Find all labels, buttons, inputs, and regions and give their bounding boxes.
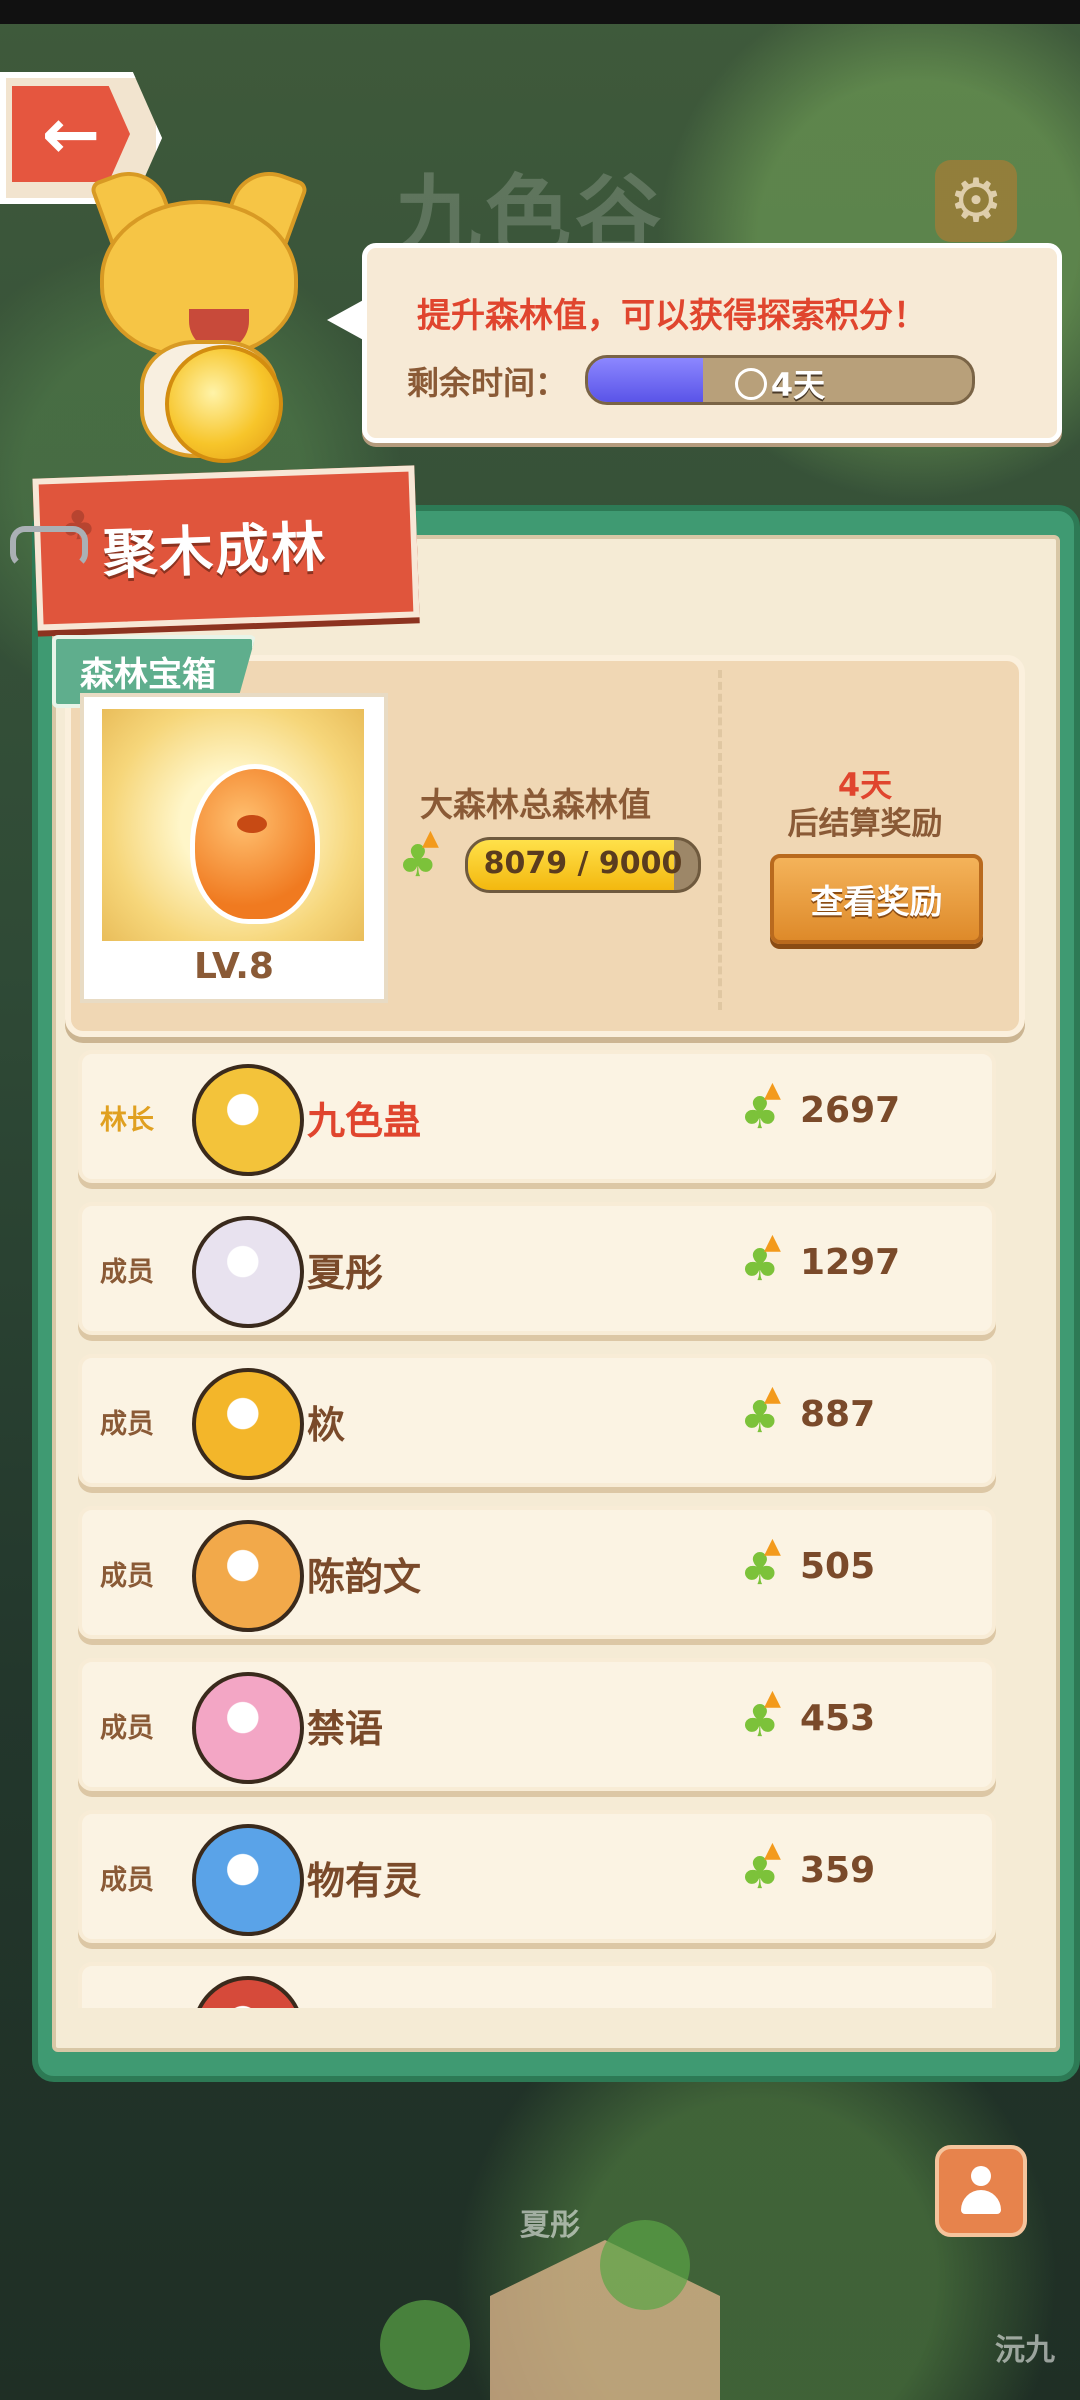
chest-level: LV.8	[194, 946, 274, 987]
member-score: 2697	[800, 1090, 901, 1131]
divider	[718, 670, 722, 1010]
clip-icon	[10, 526, 88, 568]
forest-total-title: 大森林总森林值	[420, 785, 651, 824]
chest-image[interactable]: LV.8	[80, 693, 388, 1003]
member-avatar[interactable]	[192, 1824, 304, 1936]
member-row[interactable]: 成员 禁语 ♣ 453	[78, 1658, 996, 1791]
view-rewards-button[interactable]: 查看奖励	[770, 854, 983, 944]
clock-icon	[734, 368, 767, 400]
forest-value-bar: 8079 / 9000	[465, 837, 701, 893]
clover-up-icon: ♣	[740, 1230, 781, 1291]
tree-scenery	[600, 2220, 690, 2310]
member-row[interactable]: 成员 夏彤 ♣ 1297	[78, 1202, 996, 1335]
member-row[interactable]	[78, 1962, 996, 2008]
clover-up-icon: ♣	[740, 1078, 781, 1139]
profile-button[interactable]	[935, 2145, 1027, 2237]
chest-egg-icon	[190, 764, 320, 924]
member-avatar[interactable]	[192, 1216, 304, 1328]
member-row[interactable]: 林长 九色蛊 ♣ 2697	[78, 1050, 996, 1183]
clover-up-icon: ♣	[740, 1382, 781, 1443]
member-avatar[interactable]	[192, 1672, 304, 1784]
clover-up-icon: ♣	[398, 826, 439, 887]
member-name: 物有灵	[307, 1859, 422, 1903]
member-row[interactable]: 成员 物有灵 ♣ 359	[78, 1810, 996, 1943]
map-label: 沅九	[995, 2333, 1055, 2368]
member-role: 成员	[100, 1713, 154, 1744]
member-role: 成员	[100, 1865, 154, 1896]
member-role: 林长	[100, 1105, 154, 1136]
status-bar	[0, 0, 1080, 24]
member-name: 陈韵文	[307, 1555, 422, 1599]
member-role: 成员	[100, 1409, 154, 1440]
speech-bubble: 提升森林值，可以获得探索积分！ 剩余时间： 4天	[327, 243, 1062, 443]
remaining-time-label: 剩余时间：	[407, 364, 568, 402]
settle-text: 后结算奖励	[787, 806, 943, 842]
member-avatar[interactable]	[192, 1368, 304, 1480]
member-role: 成员	[100, 1561, 154, 1592]
remaining-time-bar: 4天	[585, 355, 975, 405]
member-name: 夏彤	[307, 1251, 384, 1295]
member-score: 505	[800, 1546, 876, 1587]
back-arrow-icon: ←	[12, 86, 130, 182]
member-avatar[interactable]	[192, 1520, 304, 1632]
member-score: 887	[800, 1394, 876, 1435]
member-score: 359	[800, 1850, 876, 1891]
panel-banner: ♣ 聚木成林	[32, 465, 420, 631]
member-name: 九色蛊	[307, 1099, 422, 1143]
clover-up-icon: ♣	[740, 1686, 781, 1747]
member-avatar[interactable]	[192, 1976, 304, 2008]
member-row[interactable]: 成员 陈韵文 ♣ 505	[78, 1506, 996, 1639]
remaining-time-value: 4天	[770, 366, 826, 404]
tip-text: 提升森林值，可以获得探索积分！	[417, 296, 927, 336]
clover-up-icon: ♣	[740, 1534, 781, 1595]
member-name: 禁语	[307, 1707, 384, 1751]
banner-title: 聚木成林	[102, 515, 329, 587]
clover-up-icon: ♣	[740, 1838, 781, 1899]
forest-value-text: 8079 / 9000	[483, 846, 683, 881]
gear-icon[interactable]: ⚙	[935, 160, 1017, 242]
member-avatar[interactable]	[192, 1064, 304, 1176]
person-icon	[959, 2166, 1003, 2216]
member-score: 453	[800, 1698, 876, 1739]
member-score: 1297	[800, 1242, 901, 1283]
member-list[interactable]: 林长九色蛊♣2697成员夏彤♣1297成员栨♣887成员陈韵文♣505成员禁语♣…	[70, 1050, 1010, 2008]
member-role: 成员	[100, 1257, 154, 1288]
cat-mascot	[80, 160, 310, 463]
tree-scenery	[380, 2300, 470, 2390]
member-row[interactable]: 成员 栨 ♣ 887	[78, 1354, 996, 1487]
member-name: 栨	[307, 1403, 346, 1447]
map-label: 夏彤	[520, 2208, 580, 2243]
